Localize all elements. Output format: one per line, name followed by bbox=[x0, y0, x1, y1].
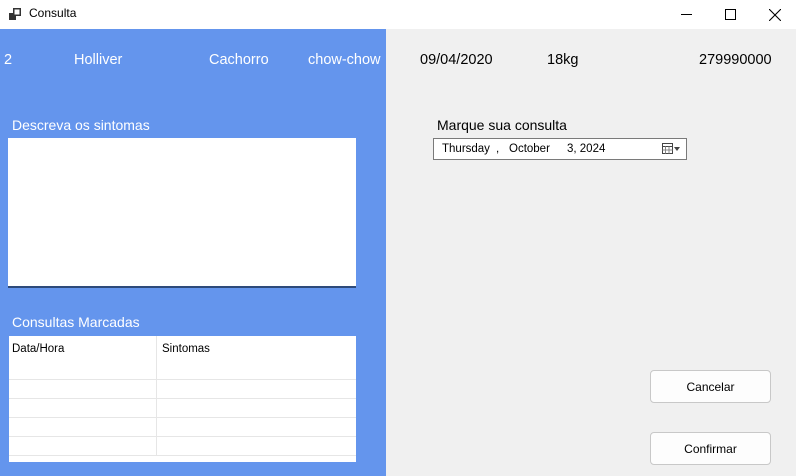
symptoms-textarea[interactable] bbox=[8, 138, 356, 288]
pet-weight: 18kg bbox=[547, 52, 579, 68]
maximize-button[interactable] bbox=[707, 0, 753, 29]
cancel-button[interactable]: Cancelar bbox=[650, 370, 771, 403]
minimize-button[interactable] bbox=[663, 0, 709, 29]
table-header: Data/Hora Sintomas bbox=[9, 336, 356, 380]
appointments-table[interactable]: Data/Hora Sintomas bbox=[9, 336, 356, 462]
date-separator: , bbox=[496, 143, 500, 155]
app-icon bbox=[9, 8, 21, 20]
date-weekday[interactable]: Thursday bbox=[442, 143, 490, 155]
schedule-label: Marque sua consulta bbox=[437, 117, 567, 133]
table-row[interactable] bbox=[9, 380, 356, 399]
column-header-symptoms[interactable]: Sintomas bbox=[162, 343, 210, 355]
pet-name: Holliver bbox=[74, 52, 123, 68]
pet-id: 2 bbox=[4, 52, 13, 68]
calendar-dropdown-icon[interactable] bbox=[662, 143, 682, 155]
close-icon bbox=[769, 8, 781, 21]
column-header-datetime[interactable]: Data/Hora bbox=[12, 343, 64, 355]
table-row[interactable] bbox=[9, 418, 356, 437]
maximize-icon bbox=[724, 9, 736, 20]
confirm-button[interactable]: Confirmar bbox=[650, 432, 771, 465]
window-title: Consulta bbox=[29, 6, 77, 20]
pet-breed: chow-chow bbox=[308, 52, 381, 68]
appointments-label: Consultas Marcadas bbox=[12, 314, 140, 330]
minimize-icon bbox=[680, 14, 692, 15]
pet-species: Cachorro bbox=[209, 52, 269, 68]
owner-phone: 279990000 bbox=[699, 52, 772, 68]
title-bar: Consulta bbox=[0, 0, 796, 29]
close-button[interactable] bbox=[752, 0, 796, 29]
table-row[interactable] bbox=[9, 437, 356, 456]
date-month[interactable]: October bbox=[509, 143, 550, 155]
appointment-date-picker[interactable]: Thursday , October 3, 2024 bbox=[433, 138, 687, 160]
date-day-year[interactable]: 3, 2024 bbox=[567, 143, 605, 155]
table-row[interactable] bbox=[9, 399, 356, 418]
symptoms-label: Descreva os sintomas bbox=[12, 117, 150, 133]
pet-birth-date: 09/04/2020 bbox=[420, 52, 493, 68]
